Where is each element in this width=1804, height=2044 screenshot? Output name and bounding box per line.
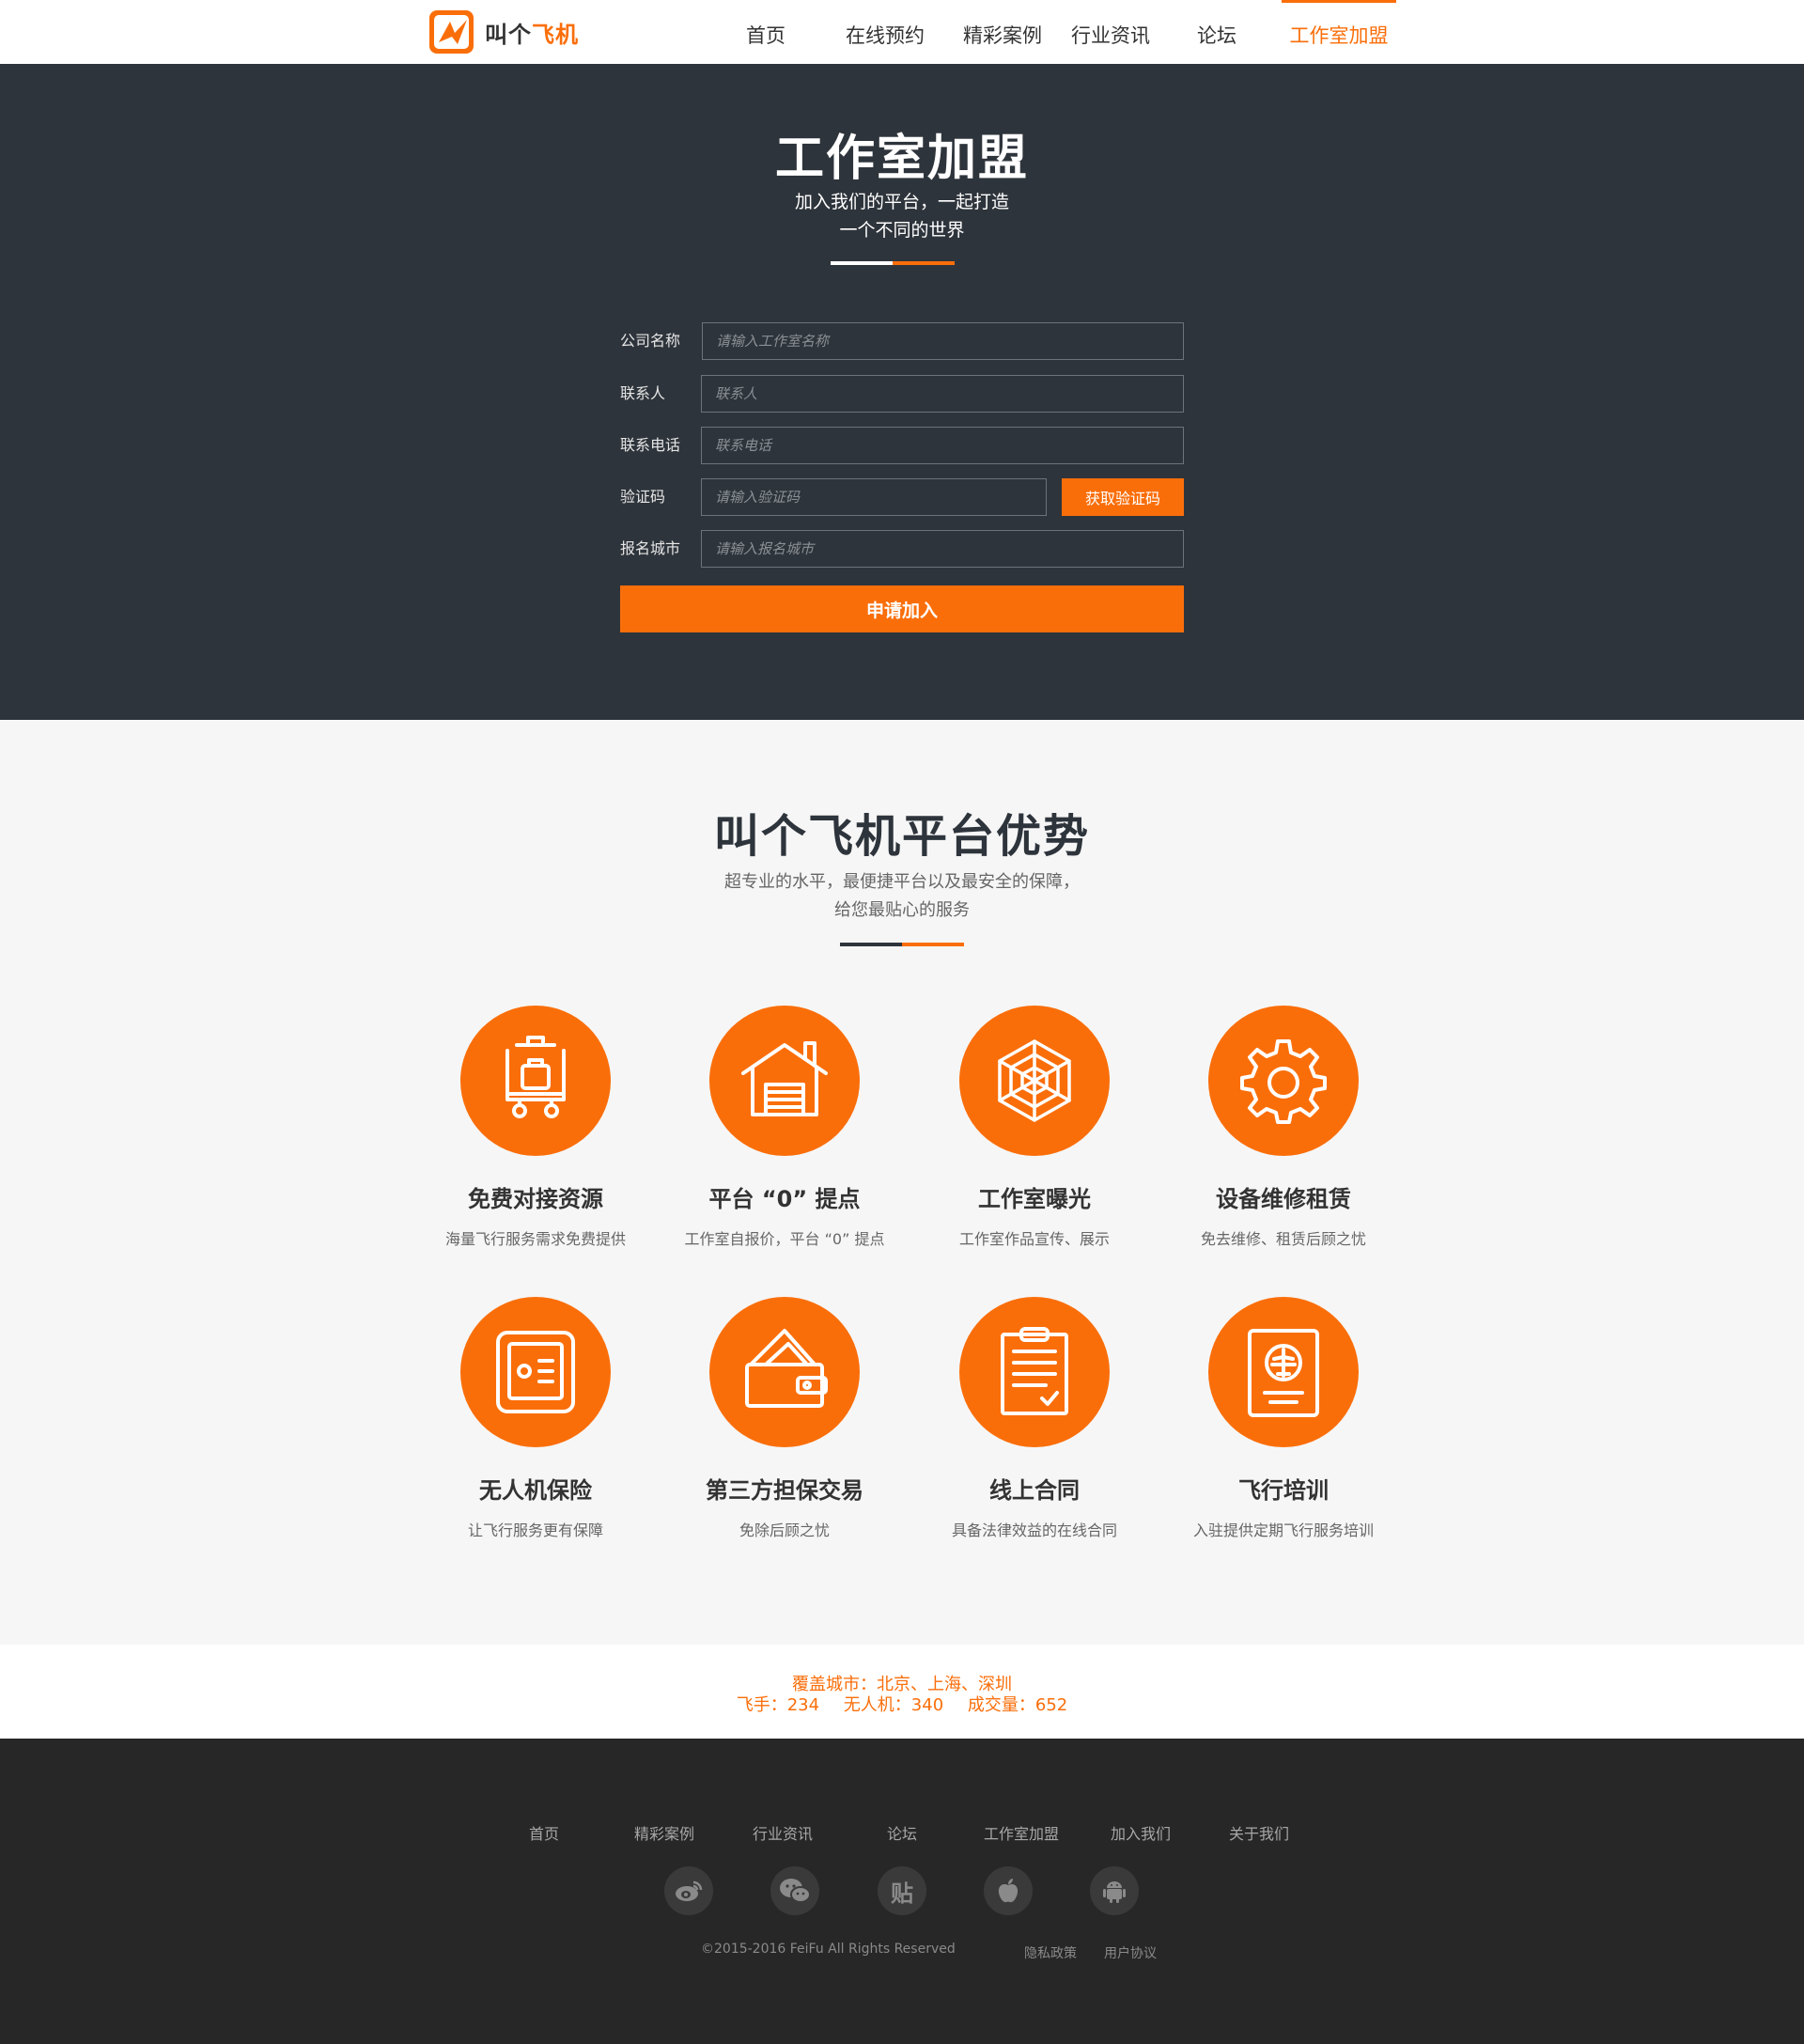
- get-code-button[interactable]: 获取验证码: [1062, 478, 1184, 516]
- page-title: 工作室加盟: [774, 131, 1029, 187]
- hero-subtitle: 加入我们的平台，一起打造 一个不同的世界: [0, 188, 1804, 244]
- contact-label: 联系人: [620, 384, 666, 402]
- advantages-subtitle-line1: 超专业的水平，最便捷平台以及最安全的保障，: [724, 872, 1080, 892]
- contact-input[interactable]: [701, 375, 1184, 413]
- join-form-section: 工作室加盟 加入我们的平台，一起打造 一个不同的世界 公司名称 联系人 联系电话…: [0, 64, 1804, 720]
- feature-desc: 免除后顾之忧: [739, 1521, 830, 1539]
- safe-icon: [460, 1297, 611, 1447]
- feature-desc: 具备法律效益的在线合同: [951, 1521, 1117, 1539]
- verification-code-input[interactable]: [701, 478, 1047, 516]
- section-divider: [840, 943, 964, 946]
- passport-icon: [1208, 1297, 1359, 1447]
- feature-zero-commission: 平台 “0” 提点 工作室自报价，平台 “0” 提点: [660, 1006, 910, 1249]
- feature-desc: 免去维修、租赁后顾之忧: [1200, 1230, 1366, 1248]
- feature-title: 第三方担保交易: [706, 1477, 863, 1504]
- nav-item-forum[interactable]: 论坛: [1174, 0, 1259, 64]
- footer-link-news[interactable]: 行业资讯: [726, 1821, 839, 1844]
- code-label: 验证码: [620, 488, 666, 506]
- stats-counts: 飞手：234 无人机：340 成交量：652: [0, 1692, 1804, 1716]
- coverage-stats: 覆盖城市：北京、上海、深圳 飞手：234 无人机：340 成交量：652: [0, 1645, 1804, 1739]
- feature-studio-exposure: 工作室曝光 工作室作品宣传、展示: [910, 1006, 1159, 1249]
- advantages-subtitle: 超专业的水平，最便捷平台以及最安全的保障， 给您最贴心的服务: [0, 868, 1804, 925]
- advantages-title: 叫个飞机平台优势: [713, 810, 1090, 863]
- drone-count: 无人机：340: [843, 1695, 944, 1715]
- footer: 首页 精彩案例 行业资讯 论坛 工作室加盟 加入我们 关于我们 贴 ©2015-…: [0, 1739, 1804, 2044]
- company-name-input[interactable]: [702, 322, 1184, 360]
- nav-item-cases[interactable]: 精彩案例: [951, 0, 1054, 64]
- advantages-subtitle-line2: 给您最贴心的服务: [834, 900, 970, 920]
- city-input[interactable]: [701, 530, 1184, 568]
- footer-link-forum[interactable]: 论坛: [846, 1821, 958, 1844]
- apple-icon[interactable]: [984, 1866, 1033, 1915]
- hero-subtitle-line1: 加入我们的平台，一起打造: [794, 192, 1009, 212]
- feature-title: 免费对接资源: [468, 1186, 603, 1212]
- weibo-icon[interactable]: [664, 1866, 713, 1915]
- nav-item-studio-join[interactable]: 工作室加盟: [1278, 0, 1400, 64]
- nav-item-booking[interactable]: 在线预约: [823, 0, 947, 64]
- wechat-icon[interactable]: [770, 1866, 819, 1915]
- clipboard-icon: [959, 1297, 1110, 1447]
- feature-online-contract: 线上合同 具备法律效益的在线合同: [910, 1297, 1159, 1540]
- brand-name-part2: 飞机: [532, 21, 579, 48]
- nav-menu: 首页 在线预约 精彩案例 行业资讯 论坛 工作室加盟: [723, 0, 1400, 64]
- apply-join-button[interactable]: 申请加入: [620, 585, 1184, 632]
- feature-desc: 工作室自报价，平台 “0” 提点: [684, 1230, 885, 1248]
- pilot-count: 飞手：234: [736, 1695, 820, 1715]
- section-divider: [831, 261, 955, 265]
- footer-link-join-us[interactable]: 加入我们: [1084, 1821, 1197, 1844]
- footer-link-studio-join[interactable]: 工作室加盟: [965, 1821, 1078, 1844]
- feature-title: 平台 “0” 提点: [708, 1186, 861, 1212]
- city-label: 报名城市: [620, 539, 681, 557]
- footer-link-about[interactable]: 关于我们: [1203, 1821, 1315, 1844]
- feature-title: 工作室曝光: [978, 1186, 1091, 1212]
- form-row-contact: 联系人: [620, 375, 1184, 413]
- feature-desc: 工作室作品宣传、展示: [958, 1230, 1110, 1248]
- feature-title: 设备维修租赁: [1216, 1186, 1351, 1212]
- feature-flight-training: 飞行培训 入驻提供定期飞行服务培训: [1159, 1297, 1408, 1540]
- form-row-code: 验证码 获取验证码: [620, 478, 1184, 516]
- wallet-icon: [709, 1297, 860, 1447]
- feature-desc: 让飞行服务更有保障: [467, 1521, 603, 1539]
- brand-logo[interactable]: 叫个飞机: [429, 10, 579, 54]
- hero-subtitle-line2: 一个不同的世界: [839, 220, 965, 241]
- footer-link-home[interactable]: 首页: [488, 1821, 600, 1844]
- garage-house-icon: [709, 1006, 860, 1156]
- phone-label: 联系电话: [620, 436, 681, 454]
- feature-drone-insurance: 无人机保险 让飞行服务更有保障: [411, 1297, 661, 1540]
- paper-plane-logo-icon: [429, 10, 474, 54]
- spider-web-icon: [959, 1006, 1110, 1156]
- form-row-city: 报名城市: [620, 530, 1184, 568]
- deal-count: 成交量：652: [967, 1695, 1068, 1715]
- tieba-icon[interactable]: 贴: [878, 1866, 926, 1915]
- feature-equipment-repair: 设备维修租赁 免去维修、租赁后顾之忧: [1159, 1006, 1408, 1249]
- feature-title: 飞行培训: [1238, 1477, 1329, 1504]
- feature-escrow-trade: 第三方担保交易 免除后顾之忧: [660, 1297, 910, 1540]
- luggage-cart-icon: [460, 1006, 611, 1156]
- nav-item-home[interactable]: 首页: [723, 0, 808, 64]
- phone-input[interactable]: [701, 427, 1184, 464]
- copyright: ©2015-2016 FeiFu All Rights Reserved: [701, 1942, 956, 1957]
- gear-icon: [1208, 1006, 1359, 1156]
- top-nav: 叫个飞机 首页 在线预约 精彩案例 行业资讯 论坛 工作室加盟: [0, 0, 1804, 64]
- brand-name: 叫个飞机: [485, 16, 579, 49]
- footer-link-cases[interactable]: 精彩案例: [608, 1821, 721, 1844]
- form-row-company: 公司名称: [620, 322, 1184, 360]
- feature-desc: 入驻提供定期飞行服务培训: [1192, 1521, 1374, 1539]
- form-row-phone: 联系电话: [620, 427, 1184, 464]
- feature-desc: 海量飞行服务需求免费提供: [444, 1230, 626, 1248]
- brand-name-part1: 叫个: [485, 21, 532, 48]
- android-icon[interactable]: [1090, 1866, 1139, 1915]
- feature-free-resources: 免费对接资源 海量飞行服务需求免费提供: [411, 1006, 661, 1249]
- privacy-policy-link[interactable]: 隐私政策: [1024, 1943, 1077, 1962]
- feature-title: 线上合同: [989, 1477, 1080, 1504]
- feature-title: 无人机保险: [479, 1477, 592, 1504]
- user-agreement-link[interactable]: 用户协议: [1104, 1943, 1157, 1962]
- nav-item-news[interactable]: 行业资讯: [1054, 0, 1167, 64]
- platform-advantages-section: 叫个飞机平台优势 超专业的水平，最便捷平台以及最安全的保障， 给您最贴心的服务 …: [0, 720, 1804, 1645]
- company-label: 公司名称: [620, 332, 681, 350]
